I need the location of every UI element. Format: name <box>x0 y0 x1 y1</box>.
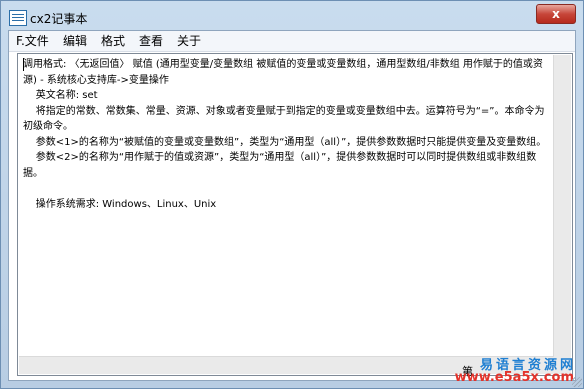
menu-edit[interactable]: 编辑 <box>61 33 89 49</box>
resize-grip-icon[interactable] <box>572 377 582 387</box>
menu-format[interactable]: 格式 <box>99 33 127 49</box>
menu-file[interactable]: F.文件 <box>14 33 51 49</box>
menu-bar: F.文件 编辑 格式 查看 关于 <box>9 31 575 52</box>
editor-content[interactable]: 调用格式: 〈无返回值〉 赋值 (通用型变量/变量数组 被赋值的变量或变量数组，… <box>19 55 554 357</box>
watermark: 易语言资源网 www.e5a5x.com <box>455 352 582 388</box>
menu-about[interactable]: 关于 <box>175 33 203 49</box>
text-editor[interactable]: 调用格式: 〈无返回值〉 赋值 (通用型变量/变量数组 被赋值的变量或变量数组，… <box>17 53 573 376</box>
window-title: cx2记事本 <box>30 12 88 26</box>
client-area: F.文件 编辑 格式 查看 关于 调用格式: 〈无返回值〉 赋值 (通用型变量/… <box>8 30 576 381</box>
close-icon: x <box>552 7 560 21</box>
menu-view[interactable]: 查看 <box>137 33 165 49</box>
close-button[interactable]: x <box>536 4 576 24</box>
notepad-icon <box>9 10 27 26</box>
watermark-url-text: www.e5a5x.com <box>454 370 574 385</box>
text-caret <box>23 58 24 71</box>
vertical-scrollbar[interactable] <box>553 55 571 357</box>
title-bar[interactable]: cx2记事本 x <box>1 1 583 30</box>
